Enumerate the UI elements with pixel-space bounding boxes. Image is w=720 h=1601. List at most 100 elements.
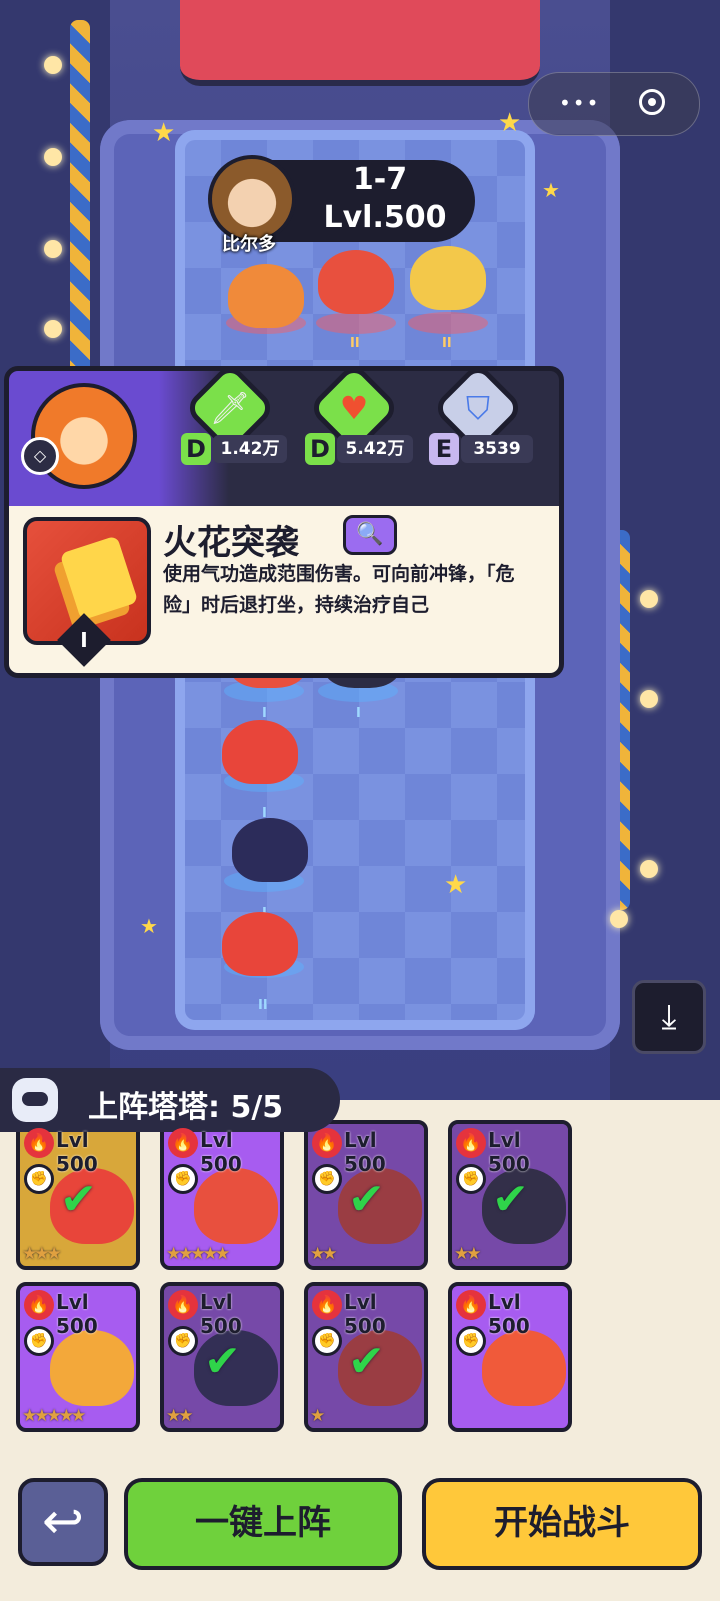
card-level: Lvl 500 bbox=[344, 1290, 386, 1338]
card-level: Lvl 500 bbox=[488, 1290, 530, 1338]
pet-portrait bbox=[50, 1330, 134, 1406]
shield-icon: ⛉ bbox=[465, 389, 490, 427]
roster-card[interactable]: 🔥 Lvl 500 ✊ ✔ ★★ bbox=[160, 1282, 284, 1432]
heart-icon: ♥ bbox=[339, 389, 369, 427]
bulb-light bbox=[640, 860, 658, 878]
role-icon: ✊ bbox=[456, 1164, 486, 1194]
fire-element-icon: 🔥 bbox=[168, 1128, 198, 1158]
checkmark-icon: ✔ bbox=[348, 1174, 385, 1225]
star-decoration: ★ bbox=[140, 914, 158, 938]
card-level: Lvl 500 bbox=[56, 1290, 98, 1338]
enemy-unit-bird[interactable] bbox=[318, 250, 394, 314]
unit-ring bbox=[316, 312, 396, 334]
ally-unit-ninja-cat[interactable] bbox=[232, 818, 308, 882]
fire-element-icon: 🔥 bbox=[24, 1290, 54, 1320]
star-rating: ★★ bbox=[310, 1244, 338, 1264]
pet-portrait bbox=[194, 1168, 278, 1244]
roster-card[interactable]: 🔥 Lvl 500 ✊ ✔ ★ bbox=[304, 1282, 428, 1432]
bulb-light bbox=[610, 910, 628, 928]
skill-tier-badge: I bbox=[57, 613, 111, 667]
card-level: Lvl 500 bbox=[488, 1128, 530, 1176]
team-count-label: 上阵塔塔: 5/5 bbox=[88, 1090, 284, 1125]
card-level: Lvl 500 bbox=[200, 1290, 242, 1338]
defense-value: 3539 bbox=[461, 435, 533, 463]
attack-value: 1.42万 bbox=[213, 435, 287, 463]
roster-card[interactable]: 🔥 Lvl 500 ✊ bbox=[448, 1282, 572, 1432]
roster-card[interactable]: 🔥 Lvl 500 ✊ ✔ ★★ bbox=[304, 1120, 428, 1270]
checkmark-icon: ✔ bbox=[60, 1174, 97, 1225]
card-level: Lvl 500 bbox=[200, 1128, 242, 1176]
fire-element-icon: 🔥 bbox=[312, 1128, 342, 1158]
ally-rank: II bbox=[258, 998, 268, 1013]
star-rating: ★★★ bbox=[22, 1244, 62, 1264]
role-icon: ✊ bbox=[24, 1164, 54, 1194]
role-icon: ✊ bbox=[312, 1164, 342, 1194]
card-level: Lvl 500 bbox=[56, 1128, 98, 1176]
bulb-light bbox=[640, 690, 658, 708]
star-rating: ★ bbox=[310, 1406, 325, 1426]
hero-info-panel: ◇ 🗡 D 1.42万 ♥ D 5.42万 ⛉ E 3539 I 火花突袭 🔍 … bbox=[4, 366, 564, 678]
skill-tier-label: I bbox=[80, 628, 88, 652]
skill-card-art bbox=[59, 535, 139, 621]
download-icon[interactable]: ⤓ bbox=[632, 980, 706, 1054]
bulb-light bbox=[640, 590, 658, 608]
team-count-header: 上阵塔塔: 5/5 bbox=[0, 1068, 340, 1132]
hp-value: 5.42万 bbox=[337, 435, 413, 463]
roster-panel: 🔥 Lvl 500 ✊ ✔ ★★★ 🔥 Lvl 500 ✊ ★★★★★ 🔥 Lv… bbox=[0, 1100, 720, 1480]
fire-element-icon: 🔥 bbox=[24, 1128, 54, 1158]
role-icon: ✊ bbox=[24, 1326, 54, 1356]
roster-card[interactable]: 🔥 Lvl 500 ✊ ✔ ★★★ bbox=[16, 1120, 140, 1270]
star-decoration: ★ bbox=[498, 108, 522, 138]
star-rating: ★★★★★ bbox=[166, 1244, 230, 1264]
striped-pillar-left bbox=[70, 20, 90, 380]
card-level: Lvl 500 bbox=[344, 1128, 386, 1176]
attack-grade: D bbox=[181, 433, 211, 465]
hp-grade: D bbox=[305, 433, 335, 465]
star-rating: ★★ bbox=[454, 1244, 482, 1264]
skill-name: 火花突袭 bbox=[163, 523, 299, 563]
role-icon: ✊ bbox=[168, 1326, 198, 1356]
ally-rank: I bbox=[262, 706, 267, 721]
back-button[interactable]: ↩ bbox=[18, 1478, 108, 1566]
ally-unit-boxer[interactable] bbox=[222, 720, 298, 784]
checkmark-icon: ✔ bbox=[348, 1336, 385, 1387]
vs-sign bbox=[180, 0, 540, 86]
enemy-unit-tiger[interactable] bbox=[228, 264, 304, 328]
start-battle-button[interactable]: 开始战斗 bbox=[422, 1478, 702, 1570]
more-icon[interactable]: ••• bbox=[559, 91, 600, 115]
roster-card[interactable]: 🔥 Lvl 500 ✊ ✔ ★★ bbox=[448, 1120, 572, 1270]
roster-card[interactable]: 🔥 Lvl 500 ✊ ★★★★★ bbox=[160, 1120, 284, 1270]
role-icon: ✊ bbox=[312, 1326, 342, 1356]
ally-unit-dragon[interactable] bbox=[222, 912, 298, 976]
robot-icon bbox=[12, 1078, 58, 1122]
enemy-rank: II bbox=[350, 336, 360, 351]
enemy-rank: II bbox=[442, 336, 452, 351]
auto-deploy-button[interactable]: 一键上阵 bbox=[124, 1478, 402, 1570]
skill-detail-button[interactable]: 🔍 bbox=[343, 515, 397, 555]
roster-card[interactable]: 🔥 Lvl 500 ✊ ★★★★★ bbox=[16, 1282, 140, 1432]
star-rating: ★★★★★ bbox=[22, 1406, 86, 1426]
skill-description: 使用气功造成范围伤害。可向前冲锋，「危险」时后退打坐，持续治疗自己 bbox=[163, 563, 515, 616]
bulb-light bbox=[44, 56, 62, 74]
defense-grade: E bbox=[429, 433, 459, 465]
star-decoration: ★ bbox=[152, 118, 176, 148]
opponent-name: 比尔多 bbox=[222, 234, 276, 255]
bulb-light bbox=[44, 148, 62, 166]
fire-element-icon: 🔥 bbox=[456, 1290, 486, 1320]
checkmark-icon: ✔ bbox=[204, 1336, 241, 1387]
unit-ring bbox=[408, 312, 488, 334]
role-icon: ✊ bbox=[456, 1326, 486, 1356]
star-decoration: ★ bbox=[444, 870, 468, 900]
enemy-unit-cat[interactable] bbox=[410, 246, 486, 310]
mini-program-menu: ••• bbox=[528, 72, 700, 136]
sword-icon: 🗡 bbox=[209, 389, 251, 427]
star-decoration: ★ bbox=[542, 178, 560, 202]
star-rating: ★★ bbox=[166, 1406, 194, 1426]
bulb-light bbox=[44, 240, 62, 258]
close-target-icon[interactable] bbox=[639, 89, 665, 115]
bulb-light bbox=[44, 320, 62, 338]
checkmark-icon: ✔ bbox=[492, 1174, 529, 1225]
pet-portrait bbox=[482, 1330, 566, 1406]
fire-element-icon: 🔥 bbox=[168, 1290, 198, 1320]
role-icon: ✊ bbox=[168, 1164, 198, 1194]
